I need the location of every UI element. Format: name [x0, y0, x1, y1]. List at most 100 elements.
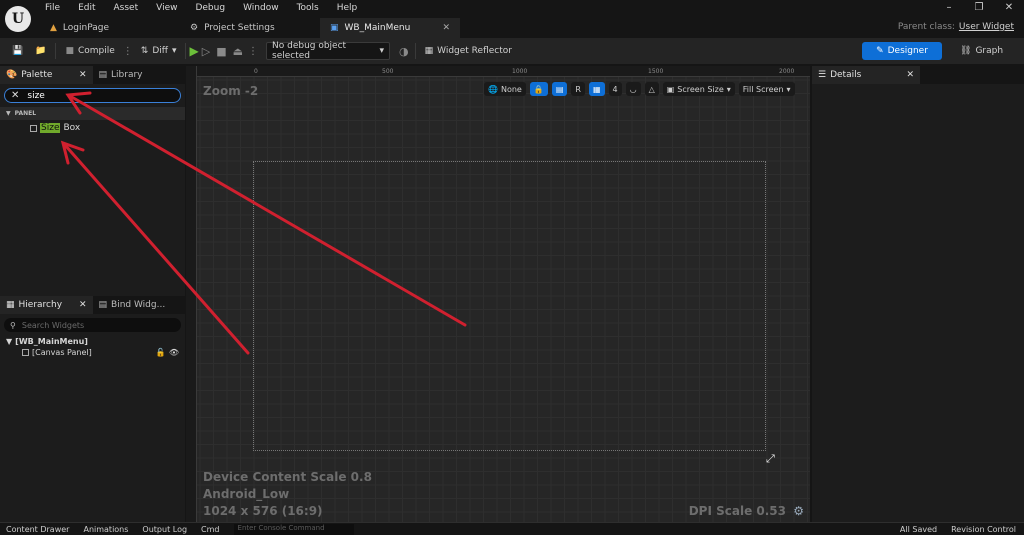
- compile-options-icon[interactable]: ⋮: [121, 46, 135, 57]
- hierarchy-tab-label: Hierarchy: [18, 300, 63, 310]
- tab-label: WB_MainMenu: [344, 23, 411, 33]
- diff-button[interactable]: ⇅ Diff ▾: [135, 41, 183, 61]
- tab-hierarchy[interactable]: ▦ Hierarchy ✕: [0, 296, 93, 314]
- gear-icon: ⚙: [190, 23, 199, 33]
- output-log-button[interactable]: Output Log: [142, 525, 187, 534]
- eye-icon[interactable]: 👁: [169, 348, 179, 357]
- respect-locks-toggle[interactable]: ▤: [551, 82, 568, 96]
- orientation-toggle[interactable]: ◡: [625, 82, 641, 96]
- designer-button[interactable]: ✎ Designer: [862, 42, 942, 60]
- content-drawer-button[interactable]: Content Drawer: [6, 525, 69, 534]
- ruler-left: [186, 66, 197, 522]
- save-icon[interactable]: 💾: [6, 41, 29, 61]
- tree-child[interactable]: [Canvas Panel] 🔓 👁: [0, 347, 185, 358]
- search-highlight: Size: [40, 123, 61, 133]
- search-icon: ⚲: [10, 320, 16, 330]
- unreal-logo[interactable]: U: [5, 6, 31, 32]
- cmd-button[interactable]: Cmd: [201, 525, 219, 534]
- eject-icon[interactable]: ⏏: [230, 45, 246, 58]
- menu-edit[interactable]: Edit: [78, 3, 102, 13]
- menu-view[interactable]: View: [156, 3, 184, 13]
- window-controls: – ❐ ✕: [934, 0, 1024, 16]
- graph-button[interactable]: ⛓ Graph: [960, 42, 1003, 60]
- close-icon[interactable]: ✕: [442, 23, 450, 33]
- lock-toggle[interactable]: 🔒: [529, 82, 548, 96]
- close-icon[interactable]: ✕: [79, 70, 87, 80]
- r-label: R: [575, 84, 581, 94]
- menu-help[interactable]: Help: [337, 3, 365, 13]
- palette-search-input[interactable]: ✕ size: [4, 88, 181, 103]
- bind-icon: ▤: [98, 300, 108, 310]
- close-icon[interactable]: ✕: [906, 70, 914, 80]
- compile-button[interactable]: ■ Compile: [59, 41, 120, 61]
- tab-loginpage[interactable]: ▲ LoginPage: [40, 18, 180, 38]
- step-icon[interactable]: ▷: [199, 45, 213, 58]
- minimize-icon[interactable]: –: [934, 0, 964, 16]
- grid-size[interactable]: 4: [608, 82, 622, 96]
- fill-screen-dropdown[interactable]: Fill Screen ▾: [738, 82, 795, 96]
- play-options-icon[interactable]: ⋮: [246, 46, 260, 57]
- image-icon: △: [648, 84, 655, 94]
- title-bar: U File Edit Asset View Debug Window Tool…: [0, 0, 1024, 38]
- hierarchy-tabs: ▦ Hierarchy ✕ ▤ Bind Widg...: [0, 296, 185, 314]
- child-label: [Canvas Panel]: [32, 348, 92, 357]
- palette-item-size-box[interactable]: Size Box: [0, 120, 185, 136]
- browse-icon[interactable]: 📁: [29, 41, 52, 61]
- stop-icon[interactable]: ■: [213, 45, 229, 58]
- search-widgets-input[interactable]: ⚲ Search Widgets: [4, 318, 181, 332]
- tab-label: Project Settings: [204, 23, 275, 33]
- details-tabs: ☰ Details ✕: [812, 66, 1024, 84]
- all-saved[interactable]: All Saved: [900, 525, 937, 534]
- chevron-down-icon: ▾: [379, 46, 384, 56]
- screen-size-dropdown[interactable]: ▣ Screen Size ▾: [662, 82, 735, 96]
- menu-asset[interactable]: Asset: [114, 3, 146, 13]
- compile-icon: ■: [65, 46, 74, 56]
- menu-debug[interactable]: Debug: [195, 3, 232, 13]
- localization-preview[interactable]: 🌐 None: [484, 82, 526, 96]
- r-toggle[interactable]: R: [571, 82, 585, 96]
- library-tab-label: Library: [111, 70, 143, 80]
- lock-icon[interactable]: 🔓: [156, 348, 166, 357]
- tab-bind-widgets[interactable]: ▤ Bind Widg...: [93, 296, 186, 314]
- graph-icon: ⛓: [960, 46, 972, 56]
- tab-details[interactable]: ☰ Details ✕: [812, 66, 920, 84]
- palette-category[interactable]: ▼ PANEL: [0, 107, 185, 120]
- debug-filter-icon[interactable]: ◑: [396, 45, 412, 58]
- device-name: Android_Low: [203, 487, 290, 501]
- chevron-down-icon: ▾: [171, 46, 177, 56]
- tab-wb-mainmenu[interactable]: ▣ WB_MainMenu ✕: [320, 18, 460, 38]
- ruler-tick: 1500: [648, 68, 664, 75]
- close-icon[interactable]: ✕: [79, 300, 87, 310]
- diff-icon: ⇅: [140, 46, 149, 56]
- none-label: None: [500, 84, 522, 94]
- gear-icon[interactable]: ⚙: [793, 504, 804, 518]
- canvas-panel-icon: [22, 349, 29, 356]
- menu-file[interactable]: File: [45, 3, 67, 13]
- palette-tabs: 🎨 Palette ✕ ▤ Library: [0, 66, 185, 84]
- hierarchy-panel: ▦ Hierarchy ✕ ▤ Bind Widg... ⚲ Search Wi…: [0, 296, 185, 522]
- debug-object-select[interactable]: No debug object selected ▾: [266, 41, 390, 61]
- animations-button[interactable]: Animations: [83, 525, 128, 534]
- tab-library[interactable]: ▤ Library: [93, 66, 186, 84]
- tab-project-settings[interactable]: ⚙ Project Settings: [180, 18, 320, 38]
- hierarchy-icon: ▦: [6, 300, 15, 310]
- grid-snap-toggle[interactable]: ▦: [588, 82, 605, 96]
- play-icon[interactable]: ▶: [189, 44, 198, 58]
- parent-class-link[interactable]: User Widget: [959, 22, 1014, 32]
- menu-tools[interactable]: Tools: [297, 3, 326, 13]
- restore-icon[interactable]: ❐: [964, 0, 994, 16]
- tab-palette[interactable]: 🎨 Palette ✕: [0, 66, 93, 84]
- image-toggle[interactable]: △: [644, 82, 659, 96]
- close-window-icon[interactable]: ✕: [994, 0, 1024, 16]
- clear-search-icon[interactable]: ✕: [11, 90, 19, 101]
- tree-root[interactable]: ▼ [WB_MainMenu]: [0, 336, 185, 347]
- designer-viewport[interactable]: 0 500 1000 1500 2000 Zoom -2 🌐 None 🔒 ▤ …: [186, 66, 810, 522]
- dpi-scale: DPI Scale 0.53: [688, 504, 786, 518]
- menu-window[interactable]: Window: [243, 3, 286, 13]
- resize-handle-icon[interactable]: ⤢: [766, 452, 775, 466]
- revision-control-button[interactable]: Revision Control: [951, 525, 1016, 534]
- console-input[interactable]: Enter Console Command: [233, 523, 354, 535]
- viewport-toolbar: 🌐 None 🔒 ▤ R ▦ 4 ◡ △ ▣ Screen Size ▾ Fil…: [484, 82, 795, 96]
- widget-reflector-button[interactable]: ▦ Widget Reflector: [419, 41, 518, 61]
- library-icon: ▤: [98, 70, 108, 80]
